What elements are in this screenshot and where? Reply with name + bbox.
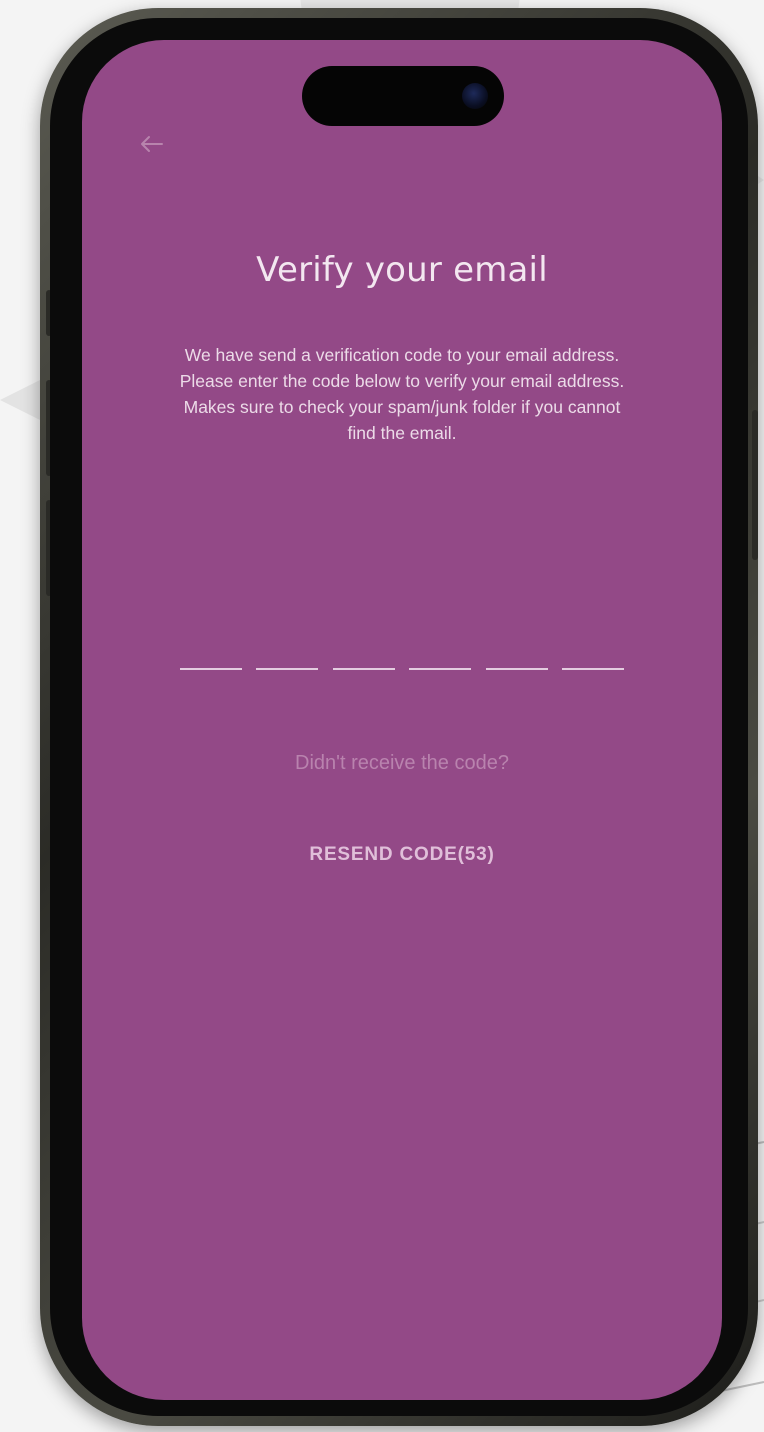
verification-instructions: We have send a verification code to your…	[179, 345, 625, 443]
code-digit-1[interactable]	[180, 668, 242, 670]
phone-power-button	[752, 410, 758, 560]
page-background: Verify your email We have send a verific…	[0, 0, 764, 1432]
code-digit-3[interactable]	[332, 668, 395, 670]
resend-code-button[interactable]: RESEND CODE(53)	[82, 844, 722, 866]
code-digit-6[interactable]	[561, 668, 624, 670]
code-digit-2[interactable]	[256, 668, 319, 670]
back-button[interactable]	[136, 128, 168, 160]
page-title: Verify your email	[256, 250, 548, 290]
no-code-prompt: Didn't receive the code?	[295, 752, 509, 774]
front-camera-icon	[462, 83, 488, 109]
code-digit-5[interactable]	[485, 668, 548, 670]
phone-screen: Verify your email We have send a verific…	[82, 40, 722, 1400]
verification-code-input[interactable]	[180, 662, 624, 672]
code-digit-4[interactable]	[409, 668, 472, 670]
dynamic-island	[302, 66, 504, 126]
arrow-left-icon	[141, 136, 163, 152]
